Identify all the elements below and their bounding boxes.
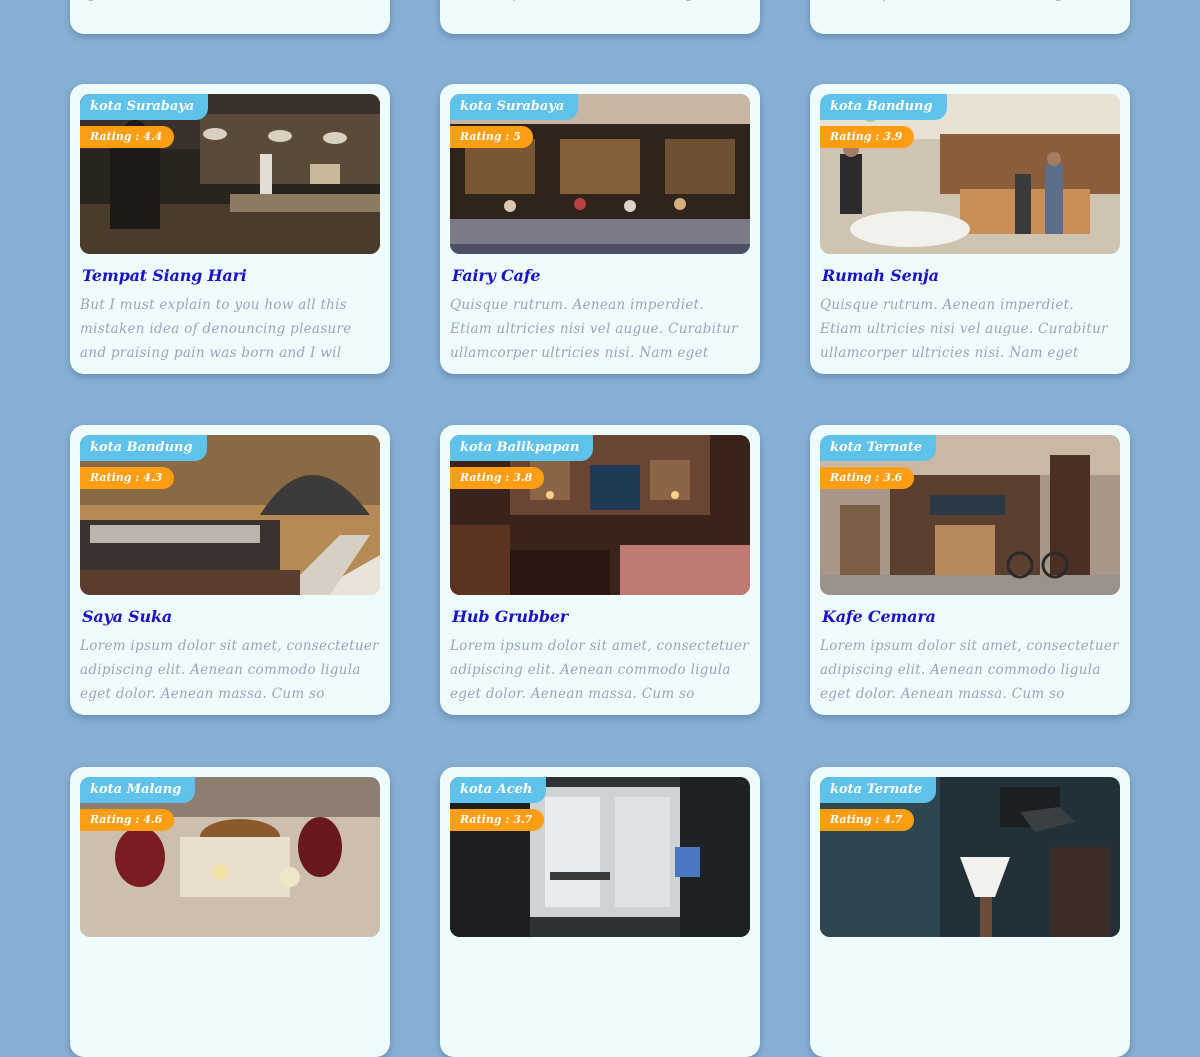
cafe-card[interactable]: kota Bandung Rating : 4.3 Saya Suka Lore…: [70, 425, 390, 715]
cafe-card[interactable]: kota Surabaya Rating : 5 Fairy Cafe Quis…: [440, 84, 760, 374]
card-description: Quisque rutrum. Aenean imperdiet. Etiam …: [450, 297, 738, 361]
cafe-card[interactable]: kota Ternate Rating : 3.6 Kafe Cemara Lo…: [810, 425, 1130, 715]
card-photo: kota Surabaya Rating : 5: [450, 94, 750, 254]
cafe-card[interactable]: eget dolor. Aenean massa. Cum so: [70, 0, 390, 34]
rating-badge: Rating : 3.9: [820, 126, 915, 148]
city-tag: kota Ternate: [820, 435, 937, 461]
card-description: Lorem ipsum dolor sit amet, consectetuer…: [80, 638, 379, 702]
card-photo: kota Bandung Rating : 4.3: [80, 435, 380, 595]
card-photo: kota Malang Rating : 4.6: [80, 777, 380, 937]
city-tag: kota Bandung: [820, 94, 947, 120]
card-photo: kota Balikpapan Rating : 3.8: [450, 435, 750, 595]
cafe-card[interactable]: kota Aceh Rating : 3.7: [440, 767, 760, 1057]
city-tag: kota Aceh: [450, 777, 547, 803]
card-title[interactable]: Kafe Cemara: [822, 607, 1120, 626]
rating-badge: Rating : 5: [450, 126, 533, 148]
card-photo: kota Aceh Rating : 3.7: [450, 777, 750, 937]
cafe-card[interactable]: kota Bandung Rating : 3.9 Rumah Senja Qu…: [810, 84, 1130, 374]
cafe-card[interactable]: kota Surabaya Rating : 4.4 Tempat Siang …: [70, 84, 390, 374]
rating-badge: Rating : 3.8: [450, 467, 545, 489]
card-description: Quisque rutrum. Aenean imperdiet. Etiam …: [820, 297, 1108, 361]
cafe-card[interactable]: kota Balikpapan Rating : 3.8 Hub Grubber…: [440, 425, 760, 715]
card-photo: kota Bandung Rating : 3.9: [820, 94, 1120, 254]
card-description: eget dolor. Aenean massa. Cum so: [80, 0, 380, 34]
rating-badge: Rating : 4.3: [80, 467, 175, 489]
cafe-card[interactable]: ullamcorper ultricies nisi. Nam eget: [810, 0, 1130, 34]
cafe-card[interactable]: kota Malang Rating : 4.6: [70, 767, 390, 1057]
card-title[interactable]: Tempat Siang Hari: [82, 266, 380, 285]
rating-badge: Rating : 4.4: [80, 126, 175, 148]
card-description: Lorem ipsum dolor sit amet, consectetuer…: [820, 638, 1119, 702]
cafe-card[interactable]: kota Ternate Rating : 4.7: [810, 767, 1130, 1057]
card-photo: kota Surabaya Rating : 4.4: [80, 94, 380, 254]
card-title[interactable]: Fairy Cafe: [452, 266, 750, 285]
card-title[interactable]: Hub Grubber: [452, 607, 750, 626]
cafe-card-grid: eget dolor. Aenean massa. Cum so ullamco…: [0, 0, 1200, 1057]
card-description: But I must explain to you how all this m…: [80, 297, 352, 361]
card-description: ullamcorper ultricies nisi. Nam eget: [450, 0, 750, 34]
card-title[interactable]: Rumah Senja: [822, 266, 1120, 285]
card-photo: kota Ternate Rating : 3.6: [820, 435, 1120, 595]
city-tag: kota Surabaya: [80, 94, 209, 120]
card-photo: kota Ternate Rating : 4.7: [820, 777, 1120, 937]
rating-badge: Rating : 4.7: [820, 809, 915, 831]
city-tag: kota Malang: [80, 777, 196, 803]
rating-badge: Rating : 4.6: [80, 809, 175, 831]
card-description: ullamcorper ultricies nisi. Nam eget: [820, 0, 1120, 34]
card-title[interactable]: Saya Suka: [82, 607, 380, 626]
city-tag: kota Bandung: [80, 435, 207, 461]
cafe-card[interactable]: ullamcorper ultricies nisi. Nam eget: [440, 0, 760, 34]
rating-badge: Rating : 3.7: [450, 809, 545, 831]
rating-badge: Rating : 3.6: [820, 467, 915, 489]
city-tag: kota Ternate: [820, 777, 937, 803]
card-description: Lorem ipsum dolor sit amet, consectetuer…: [450, 638, 749, 702]
city-tag: kota Balikpapan: [450, 435, 594, 461]
city-tag: kota Surabaya: [450, 94, 579, 120]
